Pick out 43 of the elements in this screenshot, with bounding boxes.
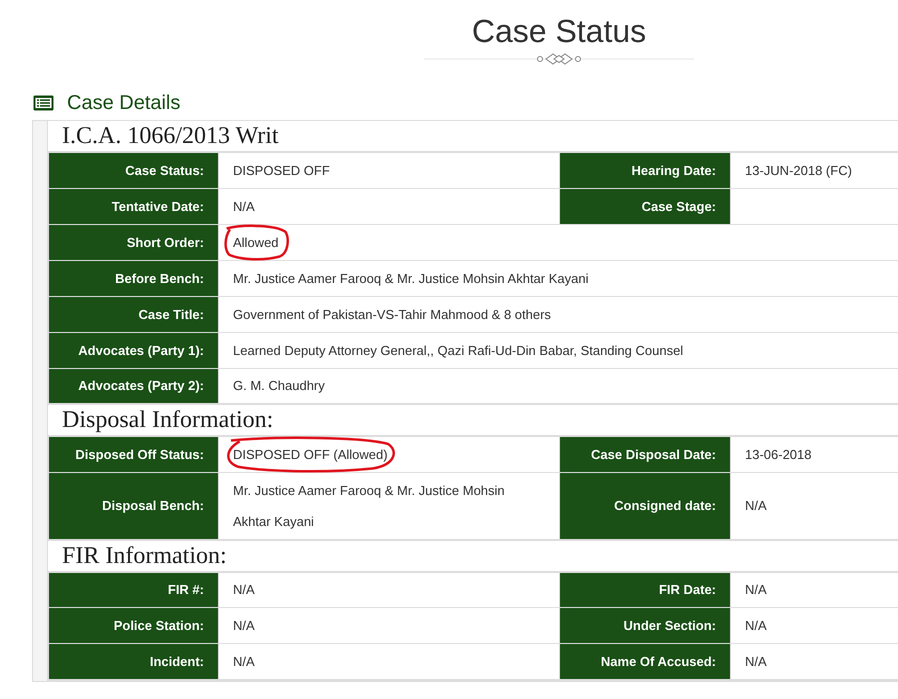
page-title: Case Status — [470, 12, 648, 50]
field-label: Case Stage: — [560, 188, 730, 224]
field-value: DISPOSED OFF (Allowed) — [233, 446, 388, 462]
group-heading: I.C.A. 1066/2013 Writ — [61, 122, 280, 151]
field-label: Incident: — [48, 644, 218, 680]
list-icon — [33, 95, 54, 111]
field-label: Disposed Off Status: — [48, 436, 218, 472]
group-heading: FIR Information: — [61, 542, 228, 570]
field-value: N/A — [233, 618, 255, 633]
field-value: 13-JUN-2018 (FC) — [745, 162, 852, 178]
field-label: Case Status: — [48, 152, 218, 188]
field-value: Allowed — [233, 234, 279, 250]
field-value: N/A — [745, 582, 767, 598]
field-value: N/A — [745, 498, 767, 513]
field-value: N/A — [233, 582, 255, 598]
field-value: N/A — [745, 618, 767, 633]
field-label: Advocates (Party 1): — [48, 332, 218, 368]
field-label: Short Order: — [48, 224, 218, 260]
field-value: Mr. Justice Aamer Farooq & Mr. Justice Mohsin Akhtar Kayani — [233, 270, 588, 286]
field-label: Advocates (Party 2): — [48, 368, 218, 404]
group-heading: Disposal Information: — [61, 406, 274, 435]
field-value: N/A — [233, 198, 255, 214]
field-label: FIR #: — [48, 572, 218, 608]
section-title: Case Details — [67, 92, 180, 114]
field-label: Disposal Bench: — [48, 472, 218, 540]
field-label: Tentative Date: — [48, 188, 218, 224]
field-label: Under Section: — [560, 608, 730, 644]
field-label: Consigned date: — [560, 472, 730, 540]
field-value: N/A — [745, 654, 767, 669]
field-label: Name Of Accused: — [560, 644, 730, 680]
field-value: DISPOSED OFF — [233, 162, 330, 178]
field-value: N/A — [233, 654, 255, 669]
field-value: Government of Pakistan-VS-Tahir Mahmood & 8 others — [233, 306, 551, 322]
field-label: FIR Date: — [560, 572, 730, 608]
field-value: G. M. Chaudhry — [233, 378, 325, 394]
field-value: 13-06-2018 — [745, 446, 812, 462]
field-label: Hearing Date: — [560, 152, 730, 188]
field-value: Learned Deputy Attorney General,, Qazi Rafi-Ud-Din Babar, Standing Counsel — [233, 342, 684, 358]
field-value: Mr. Justice Aamer Farooq & Mr. Justice Mohsin Akhtar Kayani — [233, 482, 505, 528]
field-label: Case Title: — [48, 296, 218, 332]
field-label: Police Station: — [48, 608, 218, 644]
field-label: Case Disposal Date: — [560, 436, 730, 472]
field-label: Before Bench: — [48, 260, 218, 296]
